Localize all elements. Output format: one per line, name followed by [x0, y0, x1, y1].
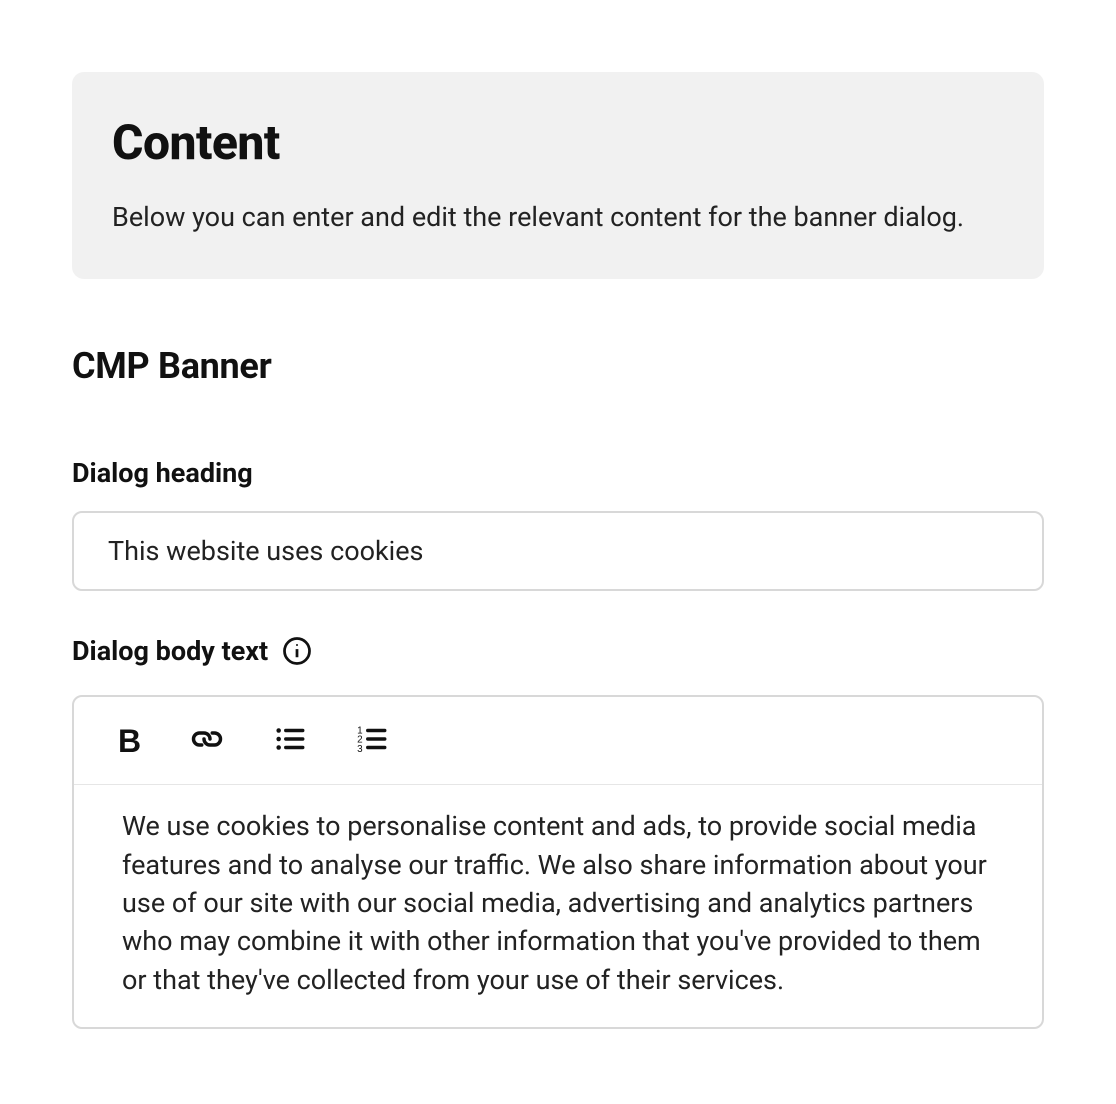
- link-button[interactable]: [189, 721, 225, 760]
- intro-description: Below you can enter and edit the relevan…: [112, 199, 1004, 235]
- svg-text:3: 3: [357, 744, 363, 755]
- bold-button[interactable]: B: [118, 725, 141, 757]
- section-title: CMP Banner: [72, 345, 1044, 387]
- content-card: Content Below you can enter and edit the…: [0, 72, 1116, 1104]
- dialog-body-textarea[interactable]: We use cookies to personalise content an…: [74, 785, 1042, 1027]
- bold-icon: B: [118, 725, 141, 757]
- intro-title: Content: [112, 114, 1004, 171]
- numbered-list-button[interactable]: 1 2 3: [355, 722, 389, 759]
- numbered-list-icon: 1 2 3: [355, 722, 389, 759]
- editor-toolbar: B: [74, 697, 1042, 785]
- dialog-heading-label: Dialog heading: [72, 457, 1044, 489]
- intro-panel: Content Below you can enter and edit the…: [72, 72, 1044, 279]
- dialog-heading-label-text: Dialog heading: [72, 457, 253, 489]
- dialog-heading-input[interactable]: [72, 511, 1044, 591]
- dialog-body-label: Dialog body text: [72, 635, 1044, 667]
- bullet-list-button[interactable]: [273, 722, 307, 759]
- info-icon[interactable]: [282, 636, 312, 666]
- dialog-body-label-text: Dialog body text: [72, 635, 268, 667]
- dialog-body-editor: B: [72, 695, 1044, 1029]
- bullet-list-icon: [273, 722, 307, 759]
- link-icon: [189, 721, 225, 760]
